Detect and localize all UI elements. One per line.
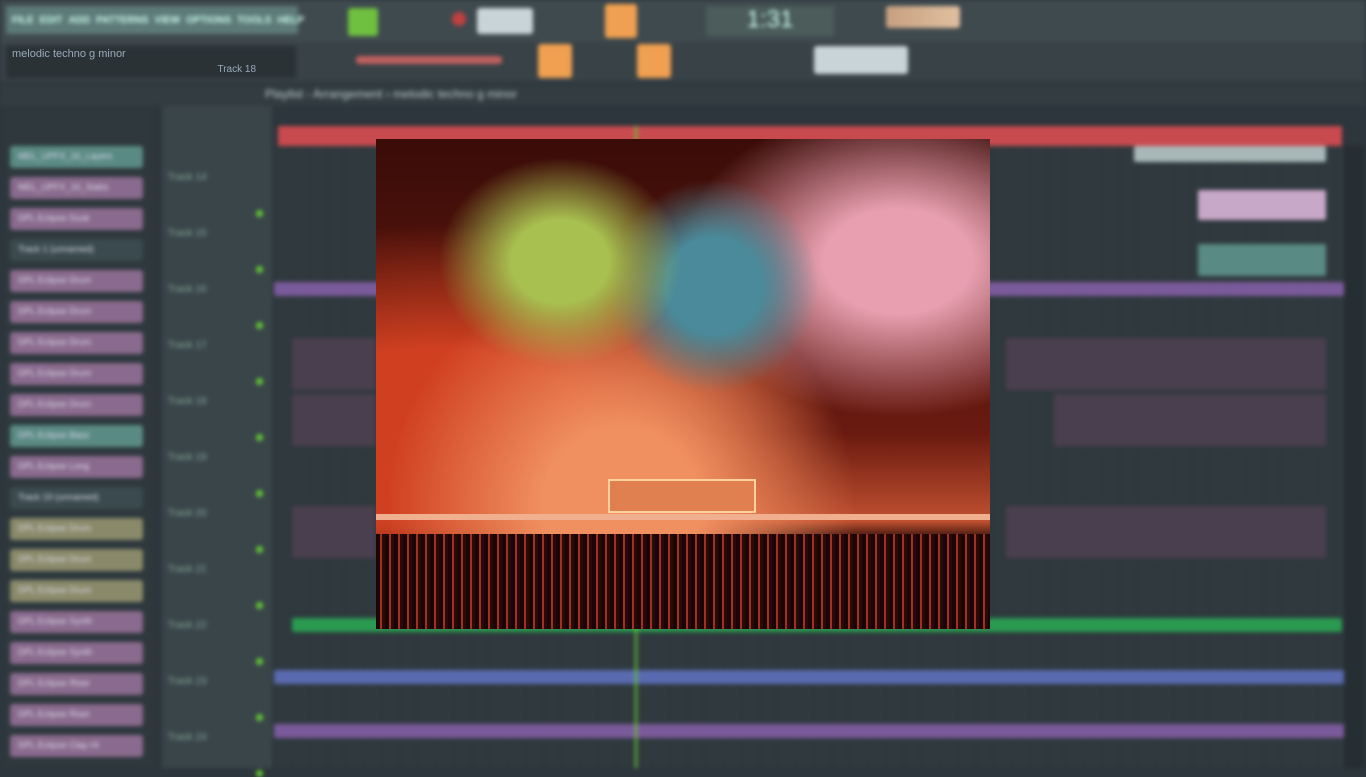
song-title: melodic techno g minor [12,48,126,60]
track-enable-led[interactable] [256,602,263,609]
channel-rack: MEL_UPFX_16_Layers MEL_UPFX_16_Stabs DPL E… [4,106,154,768]
breadcrumb: Playlist - Arrangement › melodic techno … [265,87,518,101]
track-enable-led[interactable] [256,490,263,497]
main-menu: FILE EDIT ADD PATTERNS VIEW OPTIONS TOOLS HELP [6,6,304,34]
clip[interactable] [1198,190,1326,220]
track-enable-led[interactable] [256,266,263,273]
track-label[interactable]: Track 15 [168,228,207,239]
track-label[interactable]: Track 19 [168,452,207,463]
track-label[interactable]: Track 24 [168,732,207,743]
channel-button[interactable]: DPL Eclipse Bass [10,425,143,447]
menu-item[interactable]: EDIT [40,15,63,26]
track-label[interactable]: Track 20 [168,508,207,519]
track-enable-led[interactable] [256,378,263,385]
channel-button[interactable]: DPL Eclipse Drum [10,394,143,416]
channel-button[interactable]: Track 1 (unnamed) [10,239,143,261]
stage-edge [376,514,990,520]
clip[interactable] [292,506,376,558]
clip[interactable] [1006,338,1326,390]
snap-button[interactable] [605,4,637,38]
song-hint: Track 18 [217,64,256,75]
clip[interactable] [274,724,1344,738]
time-display: 1:31 [706,6,834,36]
track-enable-led[interactable] [256,714,263,721]
playlist-header: Playlist - Arrangement › melodic techno … [0,84,1366,106]
channel-button[interactable]: MEL_UPFX_16_Stabs [10,177,143,199]
clip[interactable] [1006,506,1326,558]
channel-button[interactable]: DPL Eclipse Dusk [10,208,143,230]
vertical-scrollbar[interactable] [1344,146,1364,768]
track-enable-led[interactable] [256,546,263,553]
channel-button[interactable]: DPL Eclipse Long [10,456,143,478]
track-enable-led[interactable] [256,434,263,441]
clip[interactable] [1134,146,1326,162]
clip[interactable] [292,394,376,446]
channel-button[interactable]: DPL Eclipse Riser [10,673,143,695]
channel-button[interactable]: Track 19 (unnamed) [10,487,143,509]
channel-button[interactable]: DPL Eclipse Drum [10,332,143,354]
channel-button[interactable]: DPL Eclipse Synth [10,642,143,664]
track-enable-led[interactable] [256,322,263,329]
menu-item[interactable]: OPTIONS [186,15,231,26]
toolbar: FILE EDIT ADD PATTERNS VIEW OPTIONS TOOLS HELP … [0,0,1366,42]
play-button[interactable] [348,8,378,36]
dj-booth [608,479,756,513]
master-volume-slider[interactable] [356,56,502,64]
menu-item[interactable]: VIEW [155,15,181,26]
channel-button[interactable]: MEL_UPFX_16_Layers [10,146,143,168]
clip[interactable] [274,670,1344,684]
tempo-display[interactable] [477,8,533,34]
clip[interactable] [1054,394,1326,446]
overlay-photo [376,139,990,629]
menu-item[interactable]: TOOLS [237,15,271,26]
channel-button[interactable]: DPL Eclipse Drum [10,518,143,540]
channel-button[interactable]: DPL Eclipse Riser [10,704,143,726]
track-label[interactable]: Track 23 [168,676,207,687]
channel-button[interactable]: DPL Eclipse Drum [10,549,143,571]
track-enable-led[interactable] [256,658,263,665]
record-button[interactable] [452,12,466,26]
channel-button[interactable]: DPL Eclipse Drum [10,363,143,385]
channel-button[interactable]: DPL Eclipse Drum [10,580,143,602]
channel-button[interactable]: DPL Eclipse Drum [10,301,143,323]
track-label[interactable]: Track 18 [168,396,207,407]
menu-item[interactable]: PATTERNS [96,15,148,26]
track-enable-led[interactable] [256,210,263,217]
channel-button[interactable]: DPL Eclipse Synth [10,611,143,633]
track-label[interactable]: Track 21 [168,564,207,575]
pattern-button[interactable] [538,44,572,78]
menu-item[interactable]: FILE [12,15,34,26]
menu-item[interactable]: HELP [277,15,304,26]
crowd [376,534,990,629]
clip[interactable] [1198,244,1326,276]
channel-button[interactable]: DPL Eclipse Clap Hi [10,735,143,757]
track-enable-led[interactable] [256,770,263,777]
pattern-selector[interactable] [814,46,908,74]
cpu-meter [886,6,960,28]
channel-button[interactable]: DPL Eclipse Drum [10,270,143,292]
song-info: melodic techno g minor Track 18 [6,46,296,78]
track-label[interactable]: Track 17 [168,340,207,351]
track-label[interactable]: Track 14 [168,172,207,183]
track-label[interactable]: Track 16 [168,284,207,295]
draw-button[interactable] [637,44,671,78]
track-label[interactable]: Track 22 [168,620,207,631]
clip[interactable] [292,338,376,390]
menu-item[interactable]: ADD [68,15,90,26]
